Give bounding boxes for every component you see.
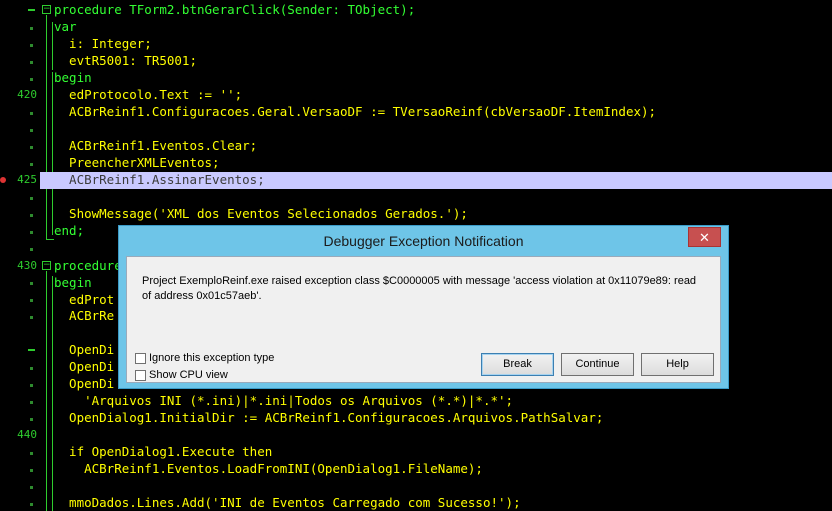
code-line[interactable]: ACBrReinf1.Eventos.Clear; <box>54 137 257 154</box>
continue-button[interactable]: Continue <box>561 353 634 376</box>
code-line[interactable]: edProtocolo.Text := ''; <box>54 86 242 103</box>
gutter-dot <box>30 214 33 217</box>
gutter-dot <box>30 146 33 149</box>
code-line[interactable]: OpenDi <box>54 358 114 375</box>
code-line[interactable]: edProt <box>54 291 114 308</box>
gutter-dot <box>30 197 33 200</box>
code-line[interactable]: ShowMessage('XML dos Eventos Selecionado… <box>54 205 468 222</box>
code-guide <box>46 15 47 240</box>
code-line[interactable]: OpenDialog1.InitialDir := ACBrReinf1.Con… <box>54 409 603 426</box>
code-line[interactable]: PreencherXMLEventos; <box>54 154 220 171</box>
code-guide <box>52 22 53 70</box>
gutter-dash <box>28 9 35 11</box>
code-line[interactable]: var <box>54 18 77 35</box>
code-line[interactable]: procedure TForm2.btnGerarClick(Sender: T… <box>54 1 415 18</box>
gutter-dot <box>30 486 33 489</box>
gutter-dot <box>30 384 33 387</box>
code-line-execution-point[interactable]: ACBrReinf1.AssinarEventos; <box>54 171 265 188</box>
exception-message: Project ExemploReinf.exe raised exceptio… <box>142 275 697 302</box>
line-number: 440 <box>17 428 37 441</box>
breakpoint-marker[interactable] <box>0 177 6 183</box>
gutter-dot <box>30 112 33 115</box>
dialog-title[interactable]: Debugger Exception Notification <box>119 226 728 256</box>
gutter-dot <box>30 452 33 455</box>
fold-toggle-icon[interactable]: − <box>42 261 51 270</box>
gutter-dot <box>30 27 33 30</box>
code-guide <box>46 239 54 240</box>
gutter-dot <box>30 231 33 234</box>
gutter-dot <box>30 78 33 81</box>
code-line[interactable]: if OpenDialog1.Execute then <box>54 443 272 460</box>
code-guide <box>46 271 47 511</box>
show-cpu-view-checkbox[interactable] <box>135 370 146 381</box>
gutter-dot <box>30 61 33 64</box>
code-line[interactable]: ACBrReinf1.Configuracoes.Geral.VersaoDF … <box>54 103 656 120</box>
fold-toggle-icon[interactable]: − <box>42 5 51 14</box>
code-line[interactable]: OpenDi <box>54 341 114 358</box>
code-line[interactable]: begin <box>54 274 92 291</box>
gutter-dot <box>30 418 33 421</box>
code-guide <box>52 72 53 235</box>
code-line[interactable]: mmoDados.Lines.Add('INI de Eventos Carre… <box>54 494 521 511</box>
gutter-dot <box>30 299 33 302</box>
dialog-body: Project ExemploReinf.exe raised exceptio… <box>126 256 721 383</box>
gutter-dot <box>30 469 33 472</box>
gutter-dot <box>30 163 33 166</box>
code-line[interactable]: procedure <box>54 257 122 274</box>
code-line[interactable]: 'Arquivos INI (*.ini)|*.ini|Todos os Arq… <box>54 392 513 409</box>
code-line[interactable]: end; <box>54 222 84 239</box>
gutter-dot <box>30 248 33 251</box>
editor-gutter: 420 425 430 440 <box>0 0 40 511</box>
help-button[interactable]: Help <box>641 353 714 376</box>
break-button[interactable]: Break <box>481 353 554 376</box>
ignore-exception-label[interactable]: Ignore this exception type <box>149 352 274 364</box>
gutter-dot <box>30 401 33 404</box>
exception-dialog: Debugger Exception Notification ✕ Projec… <box>118 225 729 389</box>
gutter-dot <box>30 316 33 319</box>
line-number: 420 <box>17 88 37 101</box>
close-icon[interactable]: ✕ <box>688 227 721 247</box>
code-line[interactable]: begin <box>54 69 92 86</box>
gutter-dot <box>30 129 33 132</box>
gutter-dot <box>30 282 33 285</box>
code-line[interactable]: i: Integer; <box>54 35 152 52</box>
code-line[interactable]: ACBrRe <box>54 307 114 324</box>
code-line[interactable]: ACBrReinf1.Eventos.LoadFromINI(OpenDialo… <box>54 460 483 477</box>
code-line[interactable]: evtR5001: TR5001; <box>54 52 197 69</box>
show-cpu-view-label[interactable]: Show CPU view <box>149 369 228 381</box>
gutter-dot <box>30 44 33 47</box>
code-guide <box>52 276 53 511</box>
code-line[interactable]: OpenDi <box>54 375 114 392</box>
gutter-dash <box>28 349 35 351</box>
line-number: 430 <box>17 259 37 272</box>
ignore-exception-checkbox[interactable] <box>135 353 146 364</box>
gutter-dot <box>30 367 33 370</box>
gutter-dot <box>30 503 33 506</box>
